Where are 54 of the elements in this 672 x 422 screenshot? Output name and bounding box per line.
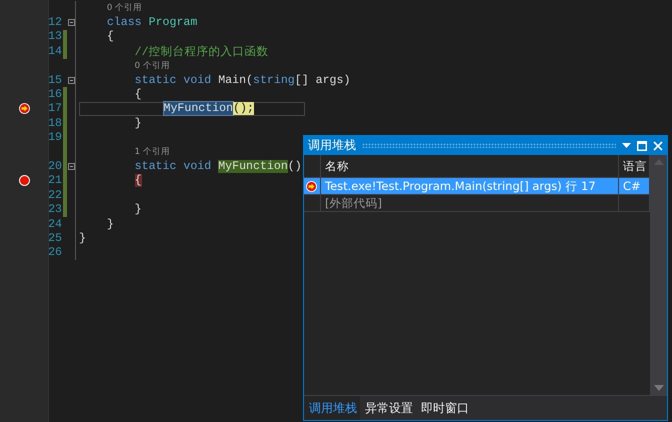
code-token: ();: [233, 102, 254, 116]
code-token: {: [134, 88, 142, 102]
code-token: MyFunction: [218, 160, 288, 173]
line-number: 13: [48, 30, 62, 44]
reference-count[interactable]: 0 个引用: [134, 60, 170, 72]
code-token: {: [106, 30, 114, 44]
column-header[interactable]: 名称: [321, 155, 619, 177]
code-token: }: [79, 232, 86, 245]
code-token: static: [134, 160, 176, 173]
line-number: 24: [48, 218, 62, 231]
panel-tab[interactable]: 调用堆栈: [304, 396, 360, 420]
maximize-icon[interactable]: [637, 140, 647, 150]
code-token: }: [134, 203, 142, 216]
line-number: 15: [48, 74, 62, 87]
code-token: Program: [148, 16, 198, 30]
line-number: 21: [48, 174, 62, 188]
scroll-down-icon[interactable]: [654, 385, 664, 391]
line-number: 19: [48, 131, 62, 144]
frame-name: Test.exe!Test.Program.Main(string[] args) 行 17: [325, 178, 596, 194]
code-token: static: [134, 74, 176, 87]
line-number: 26: [48, 246, 62, 260]
line-number: 18: [48, 116, 62, 130]
frame-language: C#: [623, 179, 641, 193]
close-icon[interactable]: [653, 140, 663, 150]
dropdown-icon[interactable]: [622, 142, 631, 148]
code-token: class: [106, 16, 142, 30]
line-number: 25: [48, 232, 62, 245]
line-number: 23: [48, 203, 62, 216]
code-token: string: [253, 74, 295, 87]
collapse-icon[interactable]: [68, 19, 74, 26]
call-stack-row[interactable]: [外部代码]: [304, 195, 650, 212]
reference-count[interactable]: 0 个引用: [106, 2, 142, 14]
code-token: void: [183, 74, 212, 87]
code-token: Main(: [218, 74, 253, 87]
code-token: void: [183, 160, 212, 173]
code-token: {: [134, 174, 142, 188]
collapse-icon[interactable]: [68, 76, 74, 84]
code-token: }: [134, 116, 142, 130]
line-number: 16: [48, 88, 62, 102]
panel-title: 调用堆栈: [308, 137, 356, 154]
code-token: [] args): [294, 74, 350, 87]
code-token: (): [288, 160, 302, 173]
code-comment: //控制台程序的入口函数: [134, 44, 269, 59]
line-number: 22: [48, 188, 62, 202]
line-number: 12: [48, 16, 62, 30]
reference-count[interactable]: 1 个引用: [134, 146, 170, 158]
code-token: }: [106, 218, 114, 231]
code-token: MyFunction: [164, 102, 234, 116]
scrollbar[interactable]: [650, 155, 667, 395]
collapse-icon[interactable]: [68, 162, 74, 170]
line-number: 20: [48, 160, 62, 173]
line-number: 17: [48, 102, 62, 116]
frame-name: [外部代码]: [325, 196, 382, 210]
line-number: 14: [48, 44, 62, 58]
